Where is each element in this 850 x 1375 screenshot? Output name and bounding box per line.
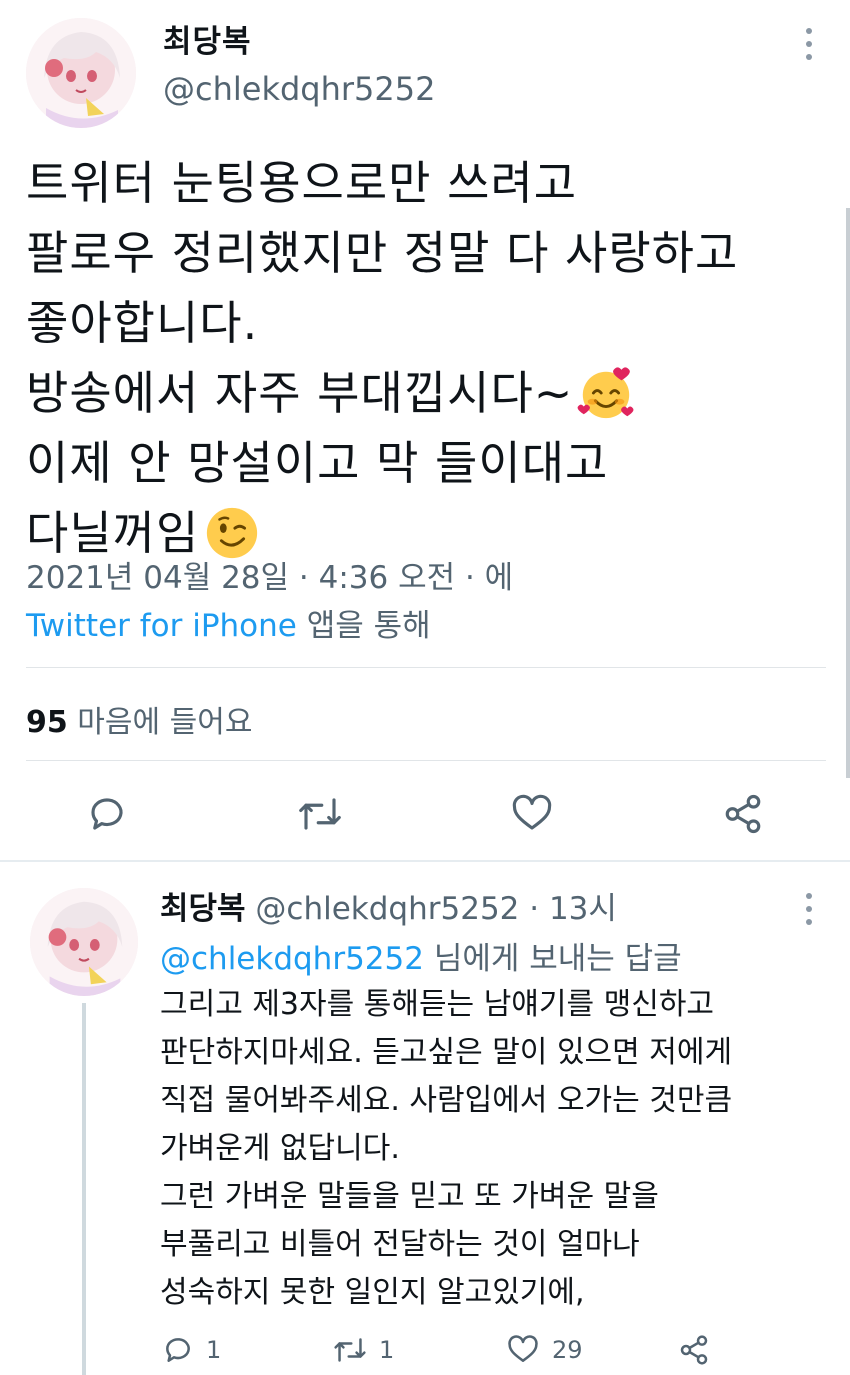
tweet-timestamp[interactable]: 2021년 04월 28일 · 4:36 오전 · 에 (26, 552, 513, 597)
tweet-text-line: 이제 안 망설이고 막 들이대고 (26, 436, 609, 490)
tweet-source: Twitter for iPhone 앱을 통해 (26, 600, 431, 645)
more-options-icon[interactable] (799, 893, 819, 925)
reply-text-line: 부풀리고 비틀어 전달하는 것이 얼마나 (160, 1227, 640, 1262)
reply-text-line: 가벼운게 없답니다. (160, 1131, 400, 1166)
likes-label: 마음에 들어요 (67, 705, 253, 740)
section-divider (0, 860, 850, 862)
author-handle[interactable]: @chlekdqhr5252 (163, 70, 435, 108)
retweet-icon (334, 1338, 366, 1362)
tweet-actions (0, 785, 850, 841)
reply-count: 1 (206, 1336, 222, 1364)
reply-reply-button[interactable]: 1 (162, 1334, 221, 1366)
share-icon[interactable] (722, 793, 764, 835)
reply-text-line: 그리고 제3자를 통해듣는 남얘기를 맹신하고 (160, 987, 715, 1022)
tweet-text: 트위터 눈팅용으로만 쓰려고 팔로우 정리했지만 정말 다 사랑하고 좋아합니다… (26, 148, 826, 568)
tweet-text-line: 팔로우 정리했지만 정말 다 사랑하고 (26, 226, 739, 280)
reply-icon[interactable] (86, 793, 128, 835)
retweet-count: 1 (379, 1336, 395, 1364)
reply-header: 최당복 @chlekdqhr5252 · 13시 (160, 883, 617, 928)
tweet-text-line: 방송에서 자주 부대낍시다~ (26, 366, 574, 420)
tweet-text-line: 좋아합니다. (26, 296, 259, 350)
smiling-face-with-hearts-icon (577, 367, 634, 419)
reply-text-line: 성숙하지 못한 일인지 알고있기에, (160, 1275, 585, 1310)
reply-author-name[interactable]: 최당복 (160, 891, 246, 927)
reply-text: 그리고 제3자를 통해듣는 남얘기를 맹신하고 판단하지마세요. 듣고싶은 말이… (160, 981, 830, 1317)
retweet-icon[interactable] (297, 793, 343, 835)
reply-like-button[interactable]: 29 (506, 1334, 583, 1366)
reply-share-button[interactable] (678, 1334, 710, 1366)
source-link[interactable]: Twitter for iPhone (26, 608, 297, 644)
likes-count: 95 (26, 705, 68, 740)
reply-to-suffix: 님에게 보내는 답글 (423, 941, 682, 977)
tweet-text-line: 트위터 눈팅용으로만 쓰려고 (26, 156, 578, 210)
divider (26, 760, 826, 761)
reply-text-line: 그런 가벼운 말들을 믿고 또 가벼운 말을 (160, 1179, 659, 1214)
reply-author-avatar[interactable] (30, 888, 138, 996)
author-avatar[interactable] (26, 18, 136, 128)
like-icon[interactable] (510, 793, 554, 835)
like-count: 29 (552, 1336, 583, 1364)
share-icon (680, 1335, 708, 1365)
thread-line (82, 1003, 86, 1375)
like-icon (508, 1335, 538, 1362)
reply-handle-time[interactable]: @chlekdqhr5252 · 13시 (246, 891, 617, 927)
author-name[interactable]: 최당복 (163, 16, 252, 61)
more-options-icon[interactable] (799, 28, 819, 60)
scrollbar[interactable] (846, 208, 850, 778)
reply-text-line: 직접 물어봐주세요. 사람입에서 오가는 것만큼 (160, 1083, 733, 1118)
reply-mention-link[interactable]: @chlekdqhr5252 (160, 941, 424, 977)
source-suffix: 앱을 통해 (296, 608, 431, 644)
reply-text-line: 판단하지마세요. 듣고싶은 말이 있으면 저에게 (160, 1035, 733, 1070)
reply-icon (166, 1338, 190, 1362)
likes-summary[interactable]: 95 마음에 들어요 (26, 697, 252, 741)
reply-context: @chlekdqhr5252 님에게 보내는 답글 (160, 933, 682, 978)
divider (26, 667, 826, 668)
reply-retweet-button[interactable]: 1 (333, 1334, 394, 1366)
